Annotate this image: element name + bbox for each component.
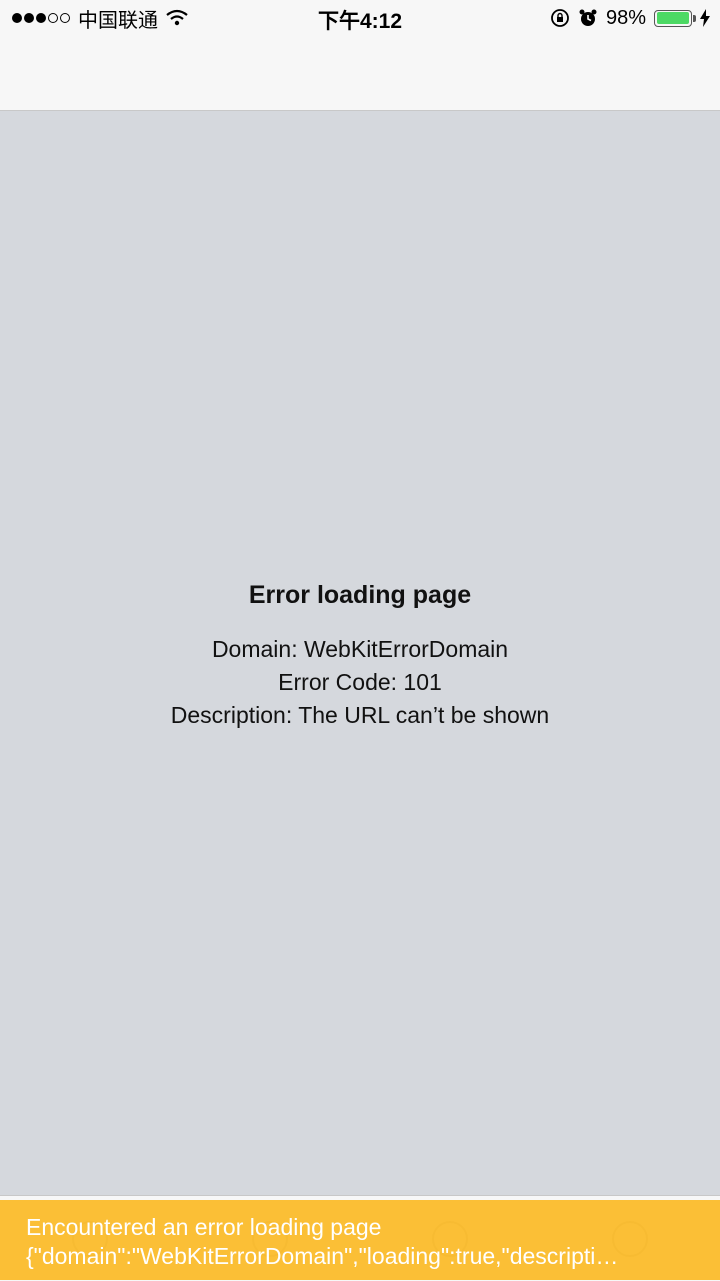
status-right: 98% — [550, 6, 710, 30]
alarm-icon — [579, 9, 597, 26]
navigation-bar — [0, 36, 720, 111]
error-code: Error Code: 101 — [278, 669, 442, 695]
charging-bolt-icon — [700, 9, 710, 27]
battery-icon — [654, 9, 696, 27]
toast-message: Encountered an error loading page — [26, 1214, 382, 1240]
error-description: Description: The URL can’t be shown — [170, 702, 550, 728]
toast-details: {"domain":"WebKitErrorDomain","loading":… — [26, 1243, 619, 1269]
battery-percent: 98% — [605, 6, 646, 29]
status-bar: 中国联通 下午4:12 98% — [0, 0, 720, 36]
orientation-lock-icon — [551, 9, 569, 27]
error-toast[interactable]: Encountered an error loading page {"doma… — [0, 1200, 720, 1280]
error-message: Error loading page Domain: WebKitErrorDo… — [0, 575, 720, 732]
error-domain: Domain: WebKitErrorDomain — [211, 636, 509, 662]
error-title: Error loading page — [248, 581, 472, 609]
battery-level — [656, 12, 689, 24]
